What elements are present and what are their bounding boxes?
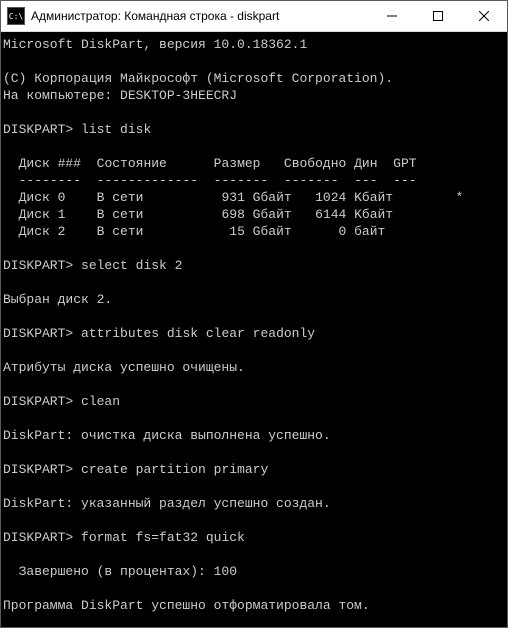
prompt: DISKPART> (3, 258, 73, 273)
sep: ------------- (97, 173, 198, 188)
col-disk: Диск ### (19, 156, 81, 171)
col-dyn: Дин (354, 156, 377, 171)
cell-free: 6144 Kбайт (315, 207, 393, 222)
close-button[interactable] (461, 1, 507, 31)
cmd-list-disk: list disk (81, 122, 151, 137)
prompt: DISKPART> (3, 394, 73, 409)
app-icon: C:\ (7, 7, 25, 25)
cmd-attributes: attributes disk clear readonly (81, 326, 315, 341)
msg-cleaned: DiskPart: очистка диска выполнена успешн… (3, 428, 331, 443)
terminal-output[interactable]: Microsoft DiskPart, версия 10.0.18362.1 … (1, 32, 507, 627)
window-title: Администратор: Командная строка - diskpa… (31, 9, 369, 23)
cell-state: В сети (97, 190, 144, 205)
command-prompt-window: C:\ Администратор: Командная строка - di… (0, 0, 508, 628)
prompt: DISKPART> (3, 122, 73, 137)
col-free: Свободно (284, 156, 346, 171)
msg-formatted: Программа DiskPart успешно отформатирова… (3, 598, 370, 613)
table-row: Диск 1 (19, 207, 66, 222)
table-row: Диск 0 (19, 190, 66, 205)
col-state: Состояние (97, 156, 167, 171)
msg-selected: Выбран диск 2. (3, 292, 112, 307)
prompt: DISKPART> (3, 326, 73, 341)
cmd-clean: clean (81, 394, 120, 409)
titlebar[interactable]: C:\ Администратор: Командная строка - di… (1, 1, 507, 32)
version-line: Microsoft DiskPart, версия 10.0.18362.1 (3, 37, 307, 52)
cell-size: 931 Gбайт (221, 190, 291, 205)
copyright-line: (C) Корпорация Майкрософт (Microsoft Cor… (3, 71, 393, 86)
cmd-select-disk: select disk 2 (81, 258, 182, 273)
cell-size: 15 Gбайт (229, 224, 291, 239)
cmd-format: format fs=fat32 quick (81, 530, 245, 545)
msg-attr-cleared: Атрибуты диска успешно очищены. (3, 360, 245, 375)
sep: -------- (19, 173, 81, 188)
cell-free: 1024 Kбайт (315, 190, 393, 205)
cell-state: В сети (97, 207, 144, 222)
cell-state: В сети (97, 224, 144, 239)
window-controls (369, 1, 507, 31)
computer-line: На компьютере: DESKTOP-3HEECRJ (3, 88, 237, 103)
msg-progress: Завершено (в процентах): 100 (3, 564, 237, 579)
prompt: DISKPART> (3, 530, 73, 545)
sep: --- (354, 173, 377, 188)
cell-gpt: * (456, 190, 464, 205)
prompt: DISKPART> (3, 462, 73, 477)
maximize-button[interactable] (415, 1, 461, 31)
minimize-button[interactable] (369, 1, 415, 31)
sep: ------- (284, 173, 339, 188)
table-row: Диск 2 (19, 224, 66, 239)
cell-free: 0 байт (339, 224, 386, 239)
col-gpt: GPT (393, 156, 416, 171)
msg-part-created: DiskPart: указанный раздел успешно созда… (3, 496, 331, 511)
sep: ------- (214, 173, 269, 188)
col-size: Размер (214, 156, 261, 171)
cmd-create-partition: create partition primary (81, 462, 268, 477)
cell-size: 698 Gбайт (221, 207, 291, 222)
sep: --- (393, 173, 416, 188)
